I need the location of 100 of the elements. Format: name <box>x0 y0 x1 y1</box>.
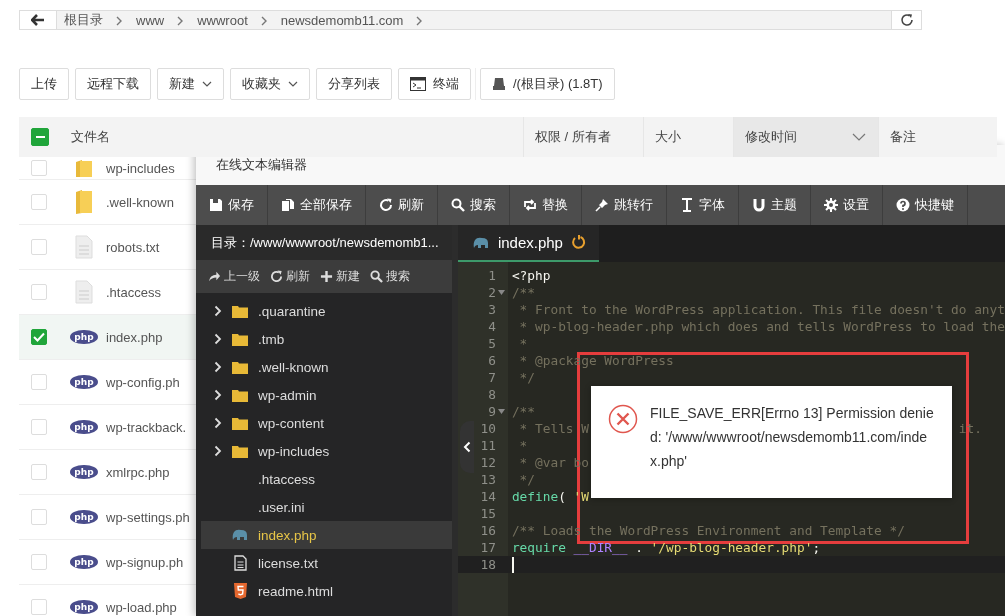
file-name[interactable]: .well-known <box>106 194 174 210</box>
text-icon <box>680 198 694 212</box>
tree-item[interactable]: .quarantine <box>201 297 452 325</box>
document-icon <box>233 555 247 571</box>
tree-item[interactable]: index.php <box>201 521 452 549</box>
tree-item[interactable]: .htaccess <box>201 465 452 493</box>
file-name[interactable]: .htaccess <box>106 284 161 300</box>
chevron-right-icon <box>116 15 123 26</box>
toolbar-button[interactable]: 终端 <box>398 68 471 100</box>
back-button[interactable] <box>20 11 57 29</box>
caret-icon <box>288 81 298 87</box>
html5-icon <box>233 583 247 599</box>
document-icon <box>75 280 93 304</box>
line-number: 6 <box>487 353 496 368</box>
sidebar-action[interactable]: 刷新 <box>270 268 314 285</box>
tree-item[interactable]: readme.html <box>201 577 452 605</box>
file-name[interactable]: wp-signup.ph <box>106 554 184 570</box>
error-message: FILE_SAVE_ERR[Errno 13] Permission denied: '/www/wwwroot/newsdemomb11.com/index.php' <box>650 404 935 471</box>
code-line: /** <box>511 404 536 419</box>
code-line: * wp-blog-header.php which does and tells WordPress to load the <box>518 319 1005 334</box>
tree-item[interactable]: .well-known <box>201 353 452 381</box>
php-icon: php <box>70 465 98 479</box>
tree-item[interactable]: .tmb <box>201 325 452 353</box>
toolbar-button[interactable]: /(根目录) (1.8T) <box>480 68 615 100</box>
toolbar-button[interactable]: 分享列表 <box>316 68 392 100</box>
tree-item[interactable]: .user.ini <box>201 493 452 521</box>
line-number: 18 <box>479 557 496 572</box>
line-number: 3 <box>487 302 496 317</box>
line-number: 11 <box>479 438 496 453</box>
file-name[interactable]: wp-trackback. <box>106 419 187 435</box>
sort-caret-icon <box>852 133 866 141</box>
back-arrow-icon <box>31 14 45 26</box>
code-line: * Tells W <box>518 421 589 436</box>
file-name[interactable]: wp-config.ph <box>106 374 180 390</box>
line-number: 4 <box>487 319 496 334</box>
folder-icon <box>232 416 248 430</box>
tree-item[interactable]: wp-includes <box>201 437 452 465</box>
toolbar-button[interactable]: 上传 <box>19 68 69 100</box>
chevron-right-icon <box>260 15 268 26</box>
code-line: <?php <box>511 268 551 283</box>
chevron-right-icon <box>416 15 424 26</box>
breadcrumb-link[interactable]: 根目录 <box>64 11 103 29</box>
breadcrumb-link[interactable]: www <box>136 12 165 28</box>
file-name[interactable]: robots.txt <box>106 239 160 255</box>
column-header[interactable]: 修改时间 <box>733 117 878 157</box>
toolbar-button[interactable]: 远程下载 <box>75 68 151 100</box>
file-name[interactable]: wp-settings.ph <box>106 509 190 525</box>
file-name[interactable]: wp-includes <box>106 160 175 176</box>
documents-icon <box>281 198 295 212</box>
swap-icon <box>523 198 537 212</box>
line-number: 13 <box>479 472 496 487</box>
elephant-icon <box>472 236 490 249</box>
file-tab[interactable]: index.php <box>457 225 599 262</box>
toolbar-button[interactable]: 新建 <box>157 68 224 100</box>
code-line: * <box>518 336 528 351</box>
row-checkbox[interactable] <box>31 329 47 345</box>
code-line: require __DIR__ . '/wp-blog-header.php'; <box>511 540 821 555</box>
collapse-handle[interactable] <box>460 421 474 473</box>
breadcrumb-link[interactable]: wwwroot <box>197 12 248 28</box>
document-icon <box>75 235 93 259</box>
file-name[interactable]: xmlrpc.php <box>106 464 170 480</box>
line-number: 7 <box>487 370 496 385</box>
settings-icon <box>824 198 838 212</box>
file-name[interactable]: wp-load.php <box>106 599 177 615</box>
fold-caret-icon <box>498 409 506 414</box>
line-number: 5 <box>487 336 496 351</box>
tree-item[interactable]: wp-content <box>201 409 452 437</box>
toolbar-button[interactable]: 收藏夹 <box>230 68 310 100</box>
share-arrow-icon <box>208 270 221 283</box>
file-name[interactable]: index.php <box>106 329 163 345</box>
refresh-button[interactable] <box>891 11 921 29</box>
drive-icon <box>492 77 506 91</box>
directory-path: 目录：/www/wwwroot/newsdemomb1... <box>196 225 452 260</box>
refresh-icon <box>270 270 283 283</box>
line-number: 14 <box>479 489 496 504</box>
sidebar-action[interactable]: 搜索 <box>370 268 414 285</box>
search-icon <box>370 270 383 283</box>
php-icon: php <box>70 555 98 569</box>
line-number: 10 <box>479 421 496 436</box>
php-icon: php <box>70 420 98 434</box>
folder-icon <box>74 189 94 215</box>
tree-item[interactable]: license.txt <box>201 549 452 577</box>
chevron-right-icon <box>214 389 222 401</box>
chevron-right-icon <box>214 333 222 345</box>
folder-icon <box>232 304 248 318</box>
line-number: 12 <box>479 455 496 470</box>
breadcrumb-link[interactable]: newsdemomb11.com <box>280 12 404 28</box>
php-icon: php <box>70 375 98 389</box>
line-number: 1 <box>487 268 496 283</box>
code-line: * <box>518 438 528 453</box>
chevron-right-icon <box>214 445 222 457</box>
chevron-right-icon <box>214 361 222 373</box>
folder-icon <box>232 388 248 402</box>
code-line: /** <box>511 285 536 300</box>
tree-item[interactable]: wp-admin <box>201 381 452 409</box>
select-all-checkbox[interactable] <box>31 128 49 146</box>
refresh-icon <box>899 13 914 27</box>
fold-caret-icon <box>498 290 506 295</box>
sidebar-action[interactable]: 新建 <box>320 268 364 285</box>
sidebar-action[interactable]: 上一级 <box>208 268 264 285</box>
